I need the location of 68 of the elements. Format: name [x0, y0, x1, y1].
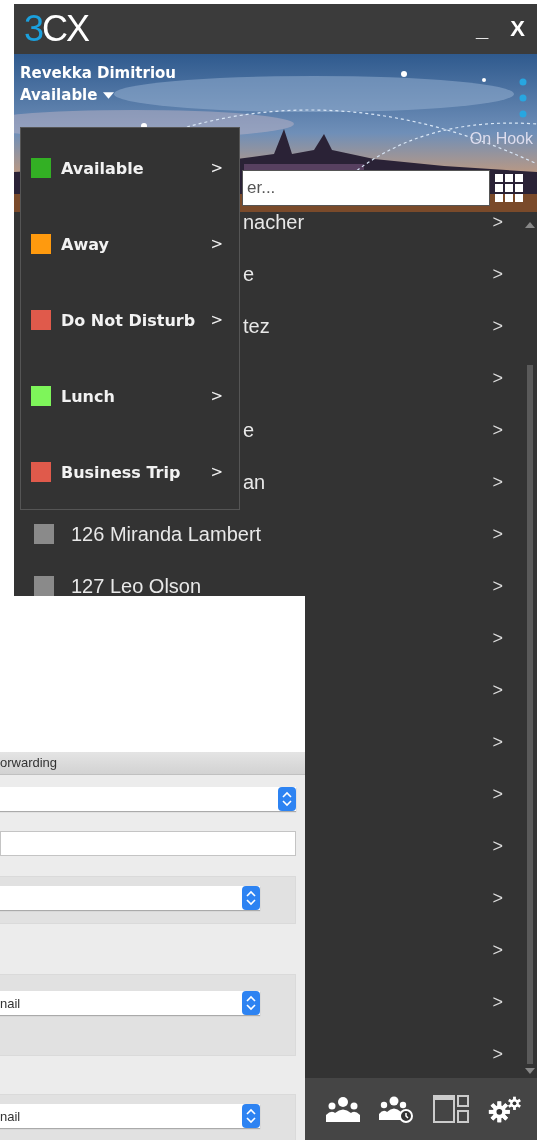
select-field[interactable] [0, 787, 296, 811]
menu-icon[interactable] [519, 78, 527, 118]
chevron[interactable]: > [492, 575, 503, 597]
chevron[interactable]: > [492, 939, 503, 961]
chevron: > [210, 463, 223, 481]
minimize-button[interactable]: _ [474, 16, 491, 42]
chevron: > [210, 311, 223, 329]
status-menu-item[interactable]: Available > [21, 130, 239, 206]
search-field[interactable]: er... [242, 170, 490, 206]
status-label: Do Not Disturb [61, 310, 196, 330]
hook-state: On Hook [469, 130, 533, 148]
close-button[interactable]: X [508, 16, 527, 42]
dialpad-icon[interactable] [494, 173, 524, 203]
contact-name: 127 Leo Olson [71, 574, 202, 598]
stepper-icon [242, 886, 260, 910]
contact-name: an [243, 470, 266, 494]
status-label: Lunch [61, 386, 115, 406]
chevron[interactable]: > [492, 1043, 503, 1065]
settings-icon[interactable] [487, 1095, 523, 1123]
tab-header[interactable]: orwarding [0, 752, 305, 775]
contact-name: e [243, 262, 255, 286]
chevron: > [210, 387, 223, 405]
chevron[interactable]: > [492, 367, 503, 389]
chevron[interactable]: > [492, 731, 503, 753]
chevron[interactable]: > [492, 627, 503, 649]
chevron: > [210, 159, 223, 177]
user-name: Revekka Dimitriou [20, 64, 177, 82]
scroll-thumb[interactable] [527, 365, 533, 1064]
stepper-icon [242, 1104, 260, 1128]
chevron[interactable]: > [492, 212, 503, 233]
select-field[interactable] [0, 886, 260, 910]
stepper-icon [242, 991, 260, 1015]
chevron[interactable]: > [492, 263, 503, 285]
status-square [34, 524, 54, 544]
status-menu-item[interactable]: Away > [21, 206, 239, 282]
status-label: Business Trip [61, 462, 181, 482]
chevron[interactable]: > [492, 991, 503, 1013]
chevron[interactable]: > [492, 523, 503, 545]
select-field[interactable]: nail [0, 1104, 260, 1128]
stepper-icon [278, 787, 296, 811]
contact-name: nacher [243, 212, 305, 234]
contact-name: 126 Miranda Lambert [71, 522, 262, 546]
status-menu-item[interactable]: Do Not Disturb > [21, 282, 239, 358]
chevron[interactable]: > [492, 471, 503, 493]
status-label: Available [61, 158, 144, 178]
status-label: Away [61, 234, 109, 254]
people-icon[interactable] [325, 1095, 361, 1123]
people-clock-icon[interactable] [379, 1095, 415, 1123]
text-field[interactable] [0, 831, 296, 856]
logo: 3CX [24, 8, 89, 50]
status-square [34, 576, 54, 596]
chevron[interactable]: > [492, 887, 503, 909]
contact-name: e [243, 418, 255, 442]
chevron[interactable]: > [492, 419, 503, 441]
chevron[interactable]: > [492, 315, 503, 337]
scroll-down-icon[interactable] [525, 1068, 535, 1074]
status-dropdown[interactable]: Available [20, 86, 115, 104]
status-menu-item[interactable]: Lunch > [21, 358, 239, 434]
contact-name: tez [243, 314, 270, 338]
chevron: > [210, 235, 223, 253]
chevron[interactable]: > [492, 835, 503, 857]
chevron[interactable]: > [492, 783, 503, 805]
scroll-up-icon[interactable] [525, 222, 535, 228]
select-field[interactable]: nail [0, 991, 260, 1015]
caret-icon [103, 91, 115, 99]
status-menu-item[interactable]: Business Trip > [21, 434, 239, 510]
layout-icon[interactable] [433, 1095, 469, 1123]
chevron[interactable]: > [492, 679, 503, 701]
